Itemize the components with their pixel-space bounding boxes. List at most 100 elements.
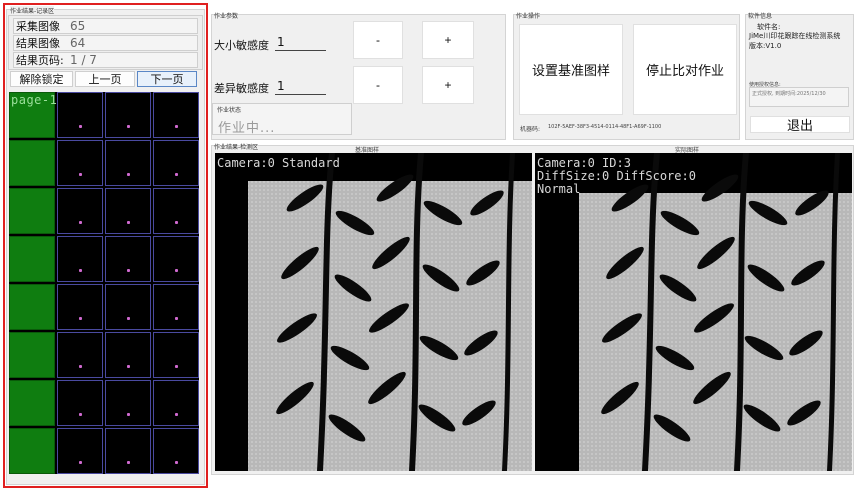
defect-marker bbox=[79, 269, 82, 272]
result-images-row: 结果图像 64 bbox=[13, 35, 198, 51]
result-thumbnail[interactable] bbox=[153, 140, 199, 186]
defect-marker bbox=[175, 125, 178, 128]
captured-images-value: 65 bbox=[70, 19, 86, 33]
result-thumbnail[interactable] bbox=[105, 188, 151, 234]
defect-marker bbox=[127, 461, 130, 464]
result-thumbnail[interactable] bbox=[57, 140, 103, 186]
defect-marker bbox=[175, 365, 178, 368]
set-reference-button[interactable]: 设置基准图样 bbox=[519, 24, 623, 115]
stop-compare-button[interactable]: 停止比对作业 bbox=[633, 24, 737, 115]
defect-marker bbox=[175, 413, 178, 416]
result-thumbnail[interactable] bbox=[9, 332, 55, 378]
defect-marker bbox=[127, 413, 130, 416]
result-thumbnail[interactable] bbox=[9, 380, 55, 426]
params-panel-title: 作业参数 bbox=[214, 13, 239, 20]
result-thumbnail[interactable] bbox=[153, 428, 199, 474]
defect-marker bbox=[127, 173, 130, 176]
stats-box: 采集图像 65 结果图像 64 结果页码: 1 / 7 bbox=[8, 15, 203, 70]
exit-button[interactable]: 退出 bbox=[750, 116, 850, 133]
size-plus-button[interactable]: + bbox=[422, 21, 474, 59]
defect-marker bbox=[127, 125, 130, 128]
result-thumbnail[interactable] bbox=[57, 380, 103, 426]
defect-marker bbox=[79, 221, 82, 224]
result-thumbnail[interactable] bbox=[105, 92, 151, 138]
size-sensitivity-label: 大小敏感度 bbox=[214, 39, 269, 52]
actual-image-view[interactable]: Camera:0 ID:3 DiffSize:0 DiffScore:0 Nor… bbox=[535, 153, 852, 471]
result-thumbnail[interactable] bbox=[153, 380, 199, 426]
software-name-value: JiMe川印花跟踪在线检测系统 bbox=[749, 32, 841, 40]
result-images-label: 结果图像 bbox=[16, 37, 60, 50]
control-panel-title: 作业操作 bbox=[516, 13, 541, 20]
defect-marker bbox=[79, 413, 82, 416]
result-thumbnail[interactable] bbox=[153, 236, 199, 282]
captured-images-row: 采集图像 65 bbox=[13, 18, 198, 34]
status-text: 作业中... bbox=[218, 121, 276, 136]
result-page-label: 结果页码: bbox=[16, 54, 64, 67]
result-page-value: 1 / 7 bbox=[70, 53, 97, 67]
result-thumbnail[interactable] bbox=[57, 332, 103, 378]
defect-marker bbox=[79, 173, 82, 176]
defect-marker bbox=[127, 269, 130, 272]
defect-marker bbox=[127, 317, 130, 320]
result-thumbnail[interactable] bbox=[9, 188, 55, 234]
defect-marker bbox=[79, 125, 82, 128]
defect-marker bbox=[79, 365, 82, 368]
result-thumbnail[interactable] bbox=[153, 284, 199, 330]
result-thumbnail[interactable] bbox=[57, 188, 103, 234]
detection-panel-title: 作业结果-检测区 bbox=[214, 144, 259, 151]
prev-page-button[interactable]: 上一页 bbox=[75, 71, 135, 87]
result-thumbnail[interactable] bbox=[153, 92, 199, 138]
result-thumbnail[interactable] bbox=[9, 140, 55, 186]
license-box: 正式授权, 到期时间:2025/12/30 bbox=[749, 87, 849, 107]
result-page-row: 结果页码: 1 / 7 bbox=[13, 52, 198, 68]
software-panel-title: 软件信息 bbox=[748, 13, 773, 20]
license-text: 正式授权, 到期时间:2025/12/30 bbox=[752, 91, 826, 97]
defect-marker bbox=[79, 461, 82, 464]
actual-overlay-text: Camera:0 ID:3 DiffSize:0 DiffScore:0 Nor… bbox=[537, 156, 696, 196]
diff-minus-button[interactable]: - bbox=[353, 66, 403, 104]
defect-marker bbox=[127, 365, 130, 368]
result-thumbnail[interactable] bbox=[105, 428, 151, 474]
unlock-button[interactable]: 解除锁定 bbox=[10, 71, 73, 87]
result-thumbnail[interactable] bbox=[105, 284, 151, 330]
defect-marker bbox=[175, 269, 178, 272]
result-thumbnail[interactable] bbox=[9, 428, 55, 474]
machine-code-value: 102F-5AEF-38F3-4514-0114-48F1-A69F-1100 bbox=[548, 124, 662, 130]
defect-marker bbox=[175, 317, 178, 320]
status-box: 作业状态 作业中... bbox=[212, 103, 352, 136]
captured-images-label: 采集图像 bbox=[16, 20, 60, 33]
result-thumbnail[interactable] bbox=[105, 380, 151, 426]
defect-marker bbox=[175, 173, 178, 176]
result-thumbnail[interactable] bbox=[57, 236, 103, 282]
defect-marker bbox=[175, 221, 178, 224]
diff-sensitivity-label: 差异敏感度 bbox=[214, 82, 269, 95]
next-page-button[interactable]: 下一页 bbox=[137, 71, 197, 87]
record-panel-title: 作业结果-记录区 bbox=[10, 6, 55, 15]
reference-image-view[interactable]: Camera:0 Standard bbox=[215, 153, 532, 471]
defect-marker bbox=[127, 221, 130, 224]
status-title: 作业状态 bbox=[217, 107, 242, 114]
result-thumbnail[interactable] bbox=[105, 236, 151, 282]
software-version: 版本:V1.0 bbox=[749, 42, 782, 50]
result-thumbnail[interactable] bbox=[153, 188, 199, 234]
diff-plus-button[interactable]: + bbox=[422, 66, 474, 104]
reference-fabric-image bbox=[248, 153, 532, 471]
result-images-value: 64 bbox=[70, 36, 86, 50]
result-thumbnail-grid bbox=[9, 92, 199, 474]
result-thumbnail[interactable] bbox=[9, 236, 55, 282]
grid-page-label: page-1 bbox=[11, 93, 58, 107]
result-thumbnail[interactable] bbox=[105, 140, 151, 186]
machine-code-label: 机器码: bbox=[520, 126, 541, 133]
result-thumbnail[interactable] bbox=[9, 284, 55, 330]
result-thumbnail[interactable] bbox=[57, 428, 103, 474]
defect-marker bbox=[79, 317, 82, 320]
diff-sensitivity-input[interactable]: 1 bbox=[275, 79, 326, 95]
result-thumbnail[interactable] bbox=[105, 332, 151, 378]
defect-marker bbox=[175, 461, 178, 464]
result-thumbnail[interactable] bbox=[153, 332, 199, 378]
result-thumbnail[interactable] bbox=[57, 284, 103, 330]
actual-fabric-image bbox=[579, 153, 852, 471]
result-thumbnail[interactable] bbox=[57, 92, 103, 138]
size-sensitivity-input[interactable]: 1 bbox=[275, 35, 326, 51]
size-minus-button[interactable]: - bbox=[353, 21, 403, 59]
